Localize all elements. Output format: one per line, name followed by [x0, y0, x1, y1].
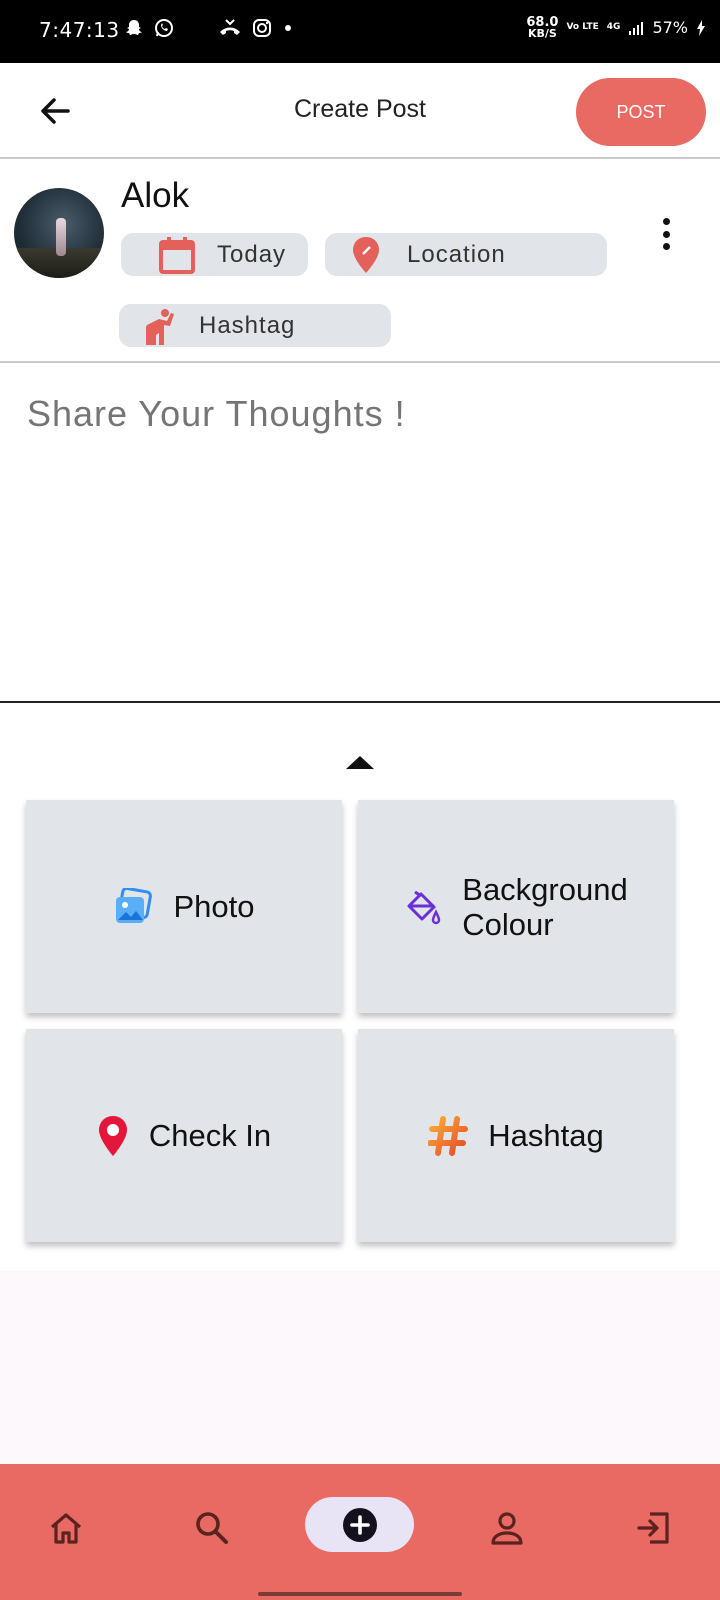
post-text-input[interactable]	[27, 393, 687, 435]
avatar[interactable]	[14, 188, 104, 278]
post-button[interactable]: POST	[576, 78, 706, 146]
check-in-label: Check In	[148, 1117, 272, 1153]
home-icon	[50, 1513, 82, 1544]
photo-option[interactable]: Photo	[26, 800, 342, 1013]
whatsapp-icon	[155, 19, 173, 37]
background-colour-label: Background Colour	[462, 871, 628, 942]
collapse-caret-icon[interactable]	[346, 756, 374, 769]
hashtag-chip[interactable]: Hashtag	[119, 304, 391, 347]
hashtag-option[interactable]: Hashtag	[358, 1029, 674, 1242]
signal-icon	[629, 21, 644, 35]
home-indicator	[258, 1592, 462, 1596]
missed-call-icon	[220, 19, 240, 35]
nav-profile[interactable]	[483, 1504, 531, 1552]
network-type: 4G	[606, 22, 621, 32]
date-chip-label: Today	[217, 240, 287, 268]
location-chip[interactable]: Location	[325, 233, 607, 276]
hashtag-option-label: Hashtag	[488, 1117, 604, 1153]
photo-option-label: Photo	[173, 888, 255, 924]
check-in-option[interactable]: Check In	[26, 1029, 342, 1242]
more-options-button[interactable]	[652, 218, 680, 250]
date-chip[interactable]: Today	[121, 233, 308, 276]
status-bar: 7:47:13 68.0 KB/S Vo LTE 4G 57%	[0, 0, 720, 63]
add-circle-icon	[342, 1507, 377, 1542]
hashtag-chip-label: Hashtag	[199, 311, 296, 339]
dot-icon	[285, 25, 291, 31]
hashtag-icon	[428, 1115, 469, 1156]
person-icon	[491, 1512, 523, 1545]
more-vert-icon	[662, 218, 670, 225]
search-icon	[196, 1512, 228, 1544]
calendar-icon	[159, 237, 195, 274]
status-time: 7:47:13	[39, 18, 120, 42]
system-indicators: 68.0 KB/S Vo LTE 4G 57%	[526, 16, 706, 39]
nav-home[interactable]	[42, 1504, 90, 1552]
empty-area	[0, 1270, 720, 1464]
logout-icon	[637, 1512, 669, 1544]
volte-indicator: Vo LTE	[566, 22, 599, 32]
charging-icon	[697, 19, 705, 36]
location-pin-icon	[353, 237, 379, 273]
person-waving-icon	[146, 309, 174, 345]
photo-icon	[116, 887, 153, 923]
background-colour-option[interactable]: Background Colour	[358, 800, 674, 1013]
bottom-navigation	[0, 1464, 720, 1600]
map-pin-icon	[98, 1115, 127, 1156]
network-speed: 68.0 KB/S	[526, 15, 559, 40]
nav-create-post[interactable]	[305, 1497, 414, 1552]
snapchat-icon	[126, 20, 142, 35]
paint-bucket-icon	[407, 890, 441, 924]
user-name: Alok	[121, 176, 190, 215]
nav-search[interactable]	[188, 1504, 236, 1552]
instagram-icon	[253, 19, 271, 37]
location-chip-label: Location	[407, 240, 506, 268]
divider	[0, 361, 720, 363]
notification-icons	[124, 18, 294, 38]
divider	[0, 701, 720, 703]
app-bar: Create Post POST	[0, 63, 720, 159]
nav-logout[interactable]	[630, 1504, 678, 1552]
battery-level: 57%	[652, 18, 688, 37]
